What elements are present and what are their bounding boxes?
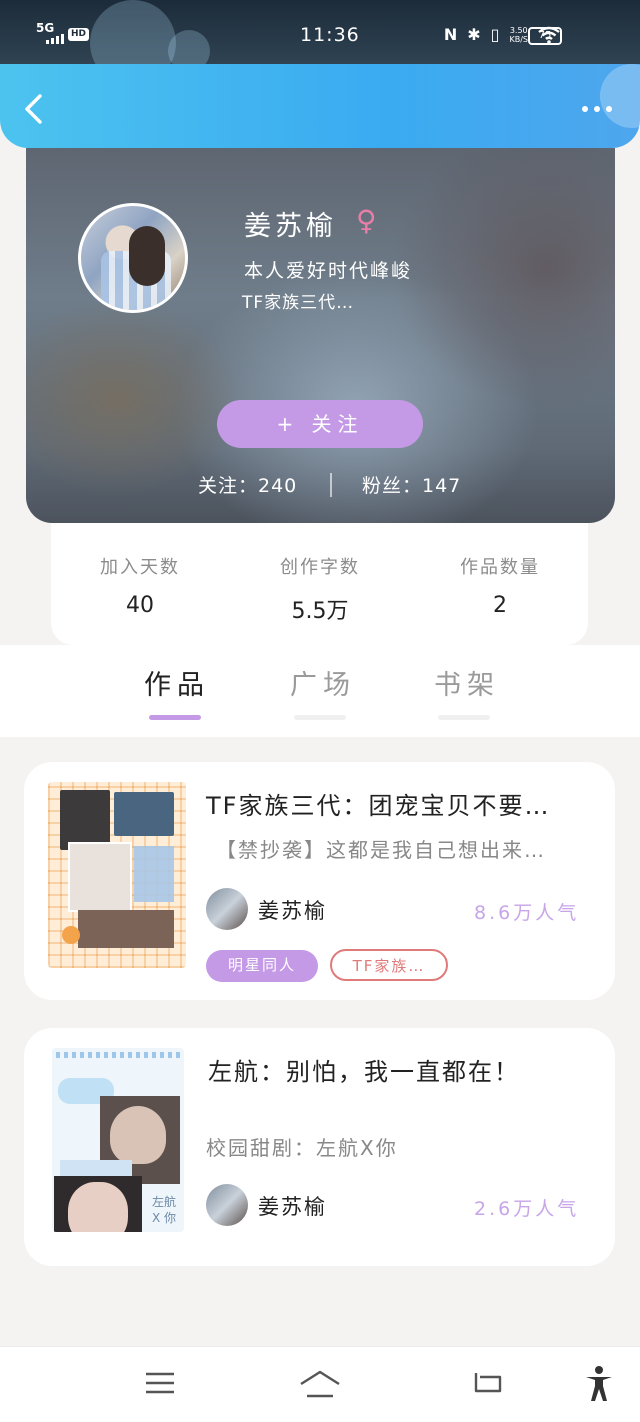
bluetooth-icon: ✱: [467, 25, 481, 44]
author-avatar: [206, 888, 248, 930]
work-description: 【禁抄袭】这都是我自己想出来…: [216, 838, 546, 862]
profile-bio-line1: 本人爱好时代峰峻: [244, 260, 413, 282]
decor-bubble: [600, 64, 640, 128]
cover-photo: [78, 910, 174, 948]
network-type: 5G: [36, 21, 55, 35]
system-nav-bar: [0, 1346, 640, 1422]
cover-photo: [68, 842, 132, 912]
signal-icon: [46, 34, 64, 44]
back-nav-button[interactable]: [472, 1369, 504, 1401]
accessibility-icon: [586, 1366, 612, 1401]
fans-count[interactable]: 粉丝：147: [362, 471, 461, 498]
popularity: 8.6万人气: [474, 902, 580, 924]
stat-label: 作品数量: [460, 557, 540, 578]
tag-genre[interactable]: 明星同人: [206, 950, 318, 982]
tab-works[interactable]: 作品: [144, 663, 210, 702]
avatar-detail: [129, 226, 165, 286]
dot-icon: [594, 106, 600, 112]
dot-icon: [606, 106, 612, 112]
divider: [330, 473, 332, 497]
work-card[interactable]: TF家族三代：团宠宝贝不要… 【禁抄袭】这都是我自己想出来… 姜苏榆 8.6万人…: [24, 762, 615, 1000]
network-speed: 3.50 KB/S: [509, 26, 528, 44]
profile-name: 姜苏榆: [244, 211, 337, 242]
menu-button[interactable]: [144, 1369, 176, 1401]
popularity: 2.6万人气: [474, 1198, 580, 1220]
tab-bar: 作品 广场 书架: [0, 645, 640, 737]
speed-value: 3.50: [509, 25, 528, 35]
chevron-left-icon: [25, 94, 42, 124]
stat-value: 40: [126, 593, 154, 618]
cover-decor: [56, 1052, 180, 1058]
nfc-icon: N: [443, 25, 458, 44]
top-header: [0, 64, 640, 148]
stats-panel: 加入天数 40 创作字数 5.5万 作品数量 2: [51, 523, 588, 645]
cover-photo: [114, 792, 174, 836]
hd-badge: HD: [68, 28, 90, 41]
cover-photo: [68, 1182, 128, 1232]
home-button[interactable]: [298, 1369, 342, 1403]
stat-label: 创作字数: [280, 557, 360, 578]
author-name: 姜苏榆: [258, 899, 327, 923]
stat-join-days: 加入天数 40: [75, 553, 205, 618]
follow-button[interactable]: + 关注: [217, 400, 423, 448]
work-description: 校园甜剧：左航X你: [206, 1136, 398, 1160]
stat-label: 加入天数: [100, 557, 180, 578]
dot-icon: [582, 106, 588, 112]
following-count[interactable]: 关注：240: [198, 471, 297, 498]
home-icon: [300, 1370, 340, 1398]
stat-word-count: 创作字数 5.5万: [255, 553, 385, 625]
stat-value: 2: [493, 593, 507, 618]
stat-value: 5.5万: [291, 599, 349, 624]
back-button[interactable]: [22, 94, 48, 124]
stat-work-count: 作品数量 2: [435, 553, 565, 618]
tab-indicator: [294, 715, 346, 720]
cover-photo: [110, 1106, 166, 1164]
female-icon: ♀: [356, 204, 377, 237]
return-icon: [474, 1373, 502, 1393]
battery-level: 75: [538, 30, 552, 41]
battery-icon: 75: [528, 27, 562, 45]
profile-avatar[interactable]: [78, 203, 188, 313]
tag-series[interactable]: TF家族…: [330, 949, 448, 981]
work-cover-image[interactable]: [48, 782, 186, 968]
profile-card: 姜苏榆 ♀ 本人爱好时代峰峻 TF家族三代… + 关注 关注：240 粉丝：14…: [26, 148, 615, 523]
more-options-button[interactable]: [582, 106, 612, 112]
status-bar: 5G HD 11:36 N ✱ ▯ 3.50 KB/S 75: [0, 0, 640, 86]
accessibility-button[interactable]: [584, 1365, 614, 1407]
cover-photo: [134, 846, 174, 902]
speed-unit: KB/S: [509, 34, 528, 44]
orange-sticker-icon: [62, 926, 80, 944]
work-cover-image[interactable]: 左航 X 你: [52, 1048, 184, 1232]
work-card[interactable]: 左航 X 你 左航：别怕，我一直都在！ 校园甜剧：左航X你 姜苏榆 2.6万人气: [24, 1028, 615, 1266]
author-name: 姜苏榆: [258, 1195, 327, 1219]
work-title[interactable]: TF家族三代：团宠宝贝不要…: [206, 786, 550, 821]
cover-photo: [60, 790, 110, 850]
cover-text: 左航 X 你: [151, 1195, 177, 1225]
profile-bio-line2: TF家族三代…: [242, 293, 355, 313]
work-title[interactable]: 左航：别怕，我一直都在！: [208, 1052, 520, 1087]
clock: 11:36: [300, 24, 360, 46]
author-avatar: [206, 1184, 248, 1226]
tab-bookshelf[interactable]: 书架: [434, 663, 500, 702]
tab-indicator-active: [149, 715, 201, 720]
tab-square[interactable]: 广场: [290, 663, 356, 702]
tab-indicator: [438, 715, 490, 720]
menu-icon: [146, 1372, 174, 1394]
vibrate-icon: ▯: [490, 25, 500, 44]
